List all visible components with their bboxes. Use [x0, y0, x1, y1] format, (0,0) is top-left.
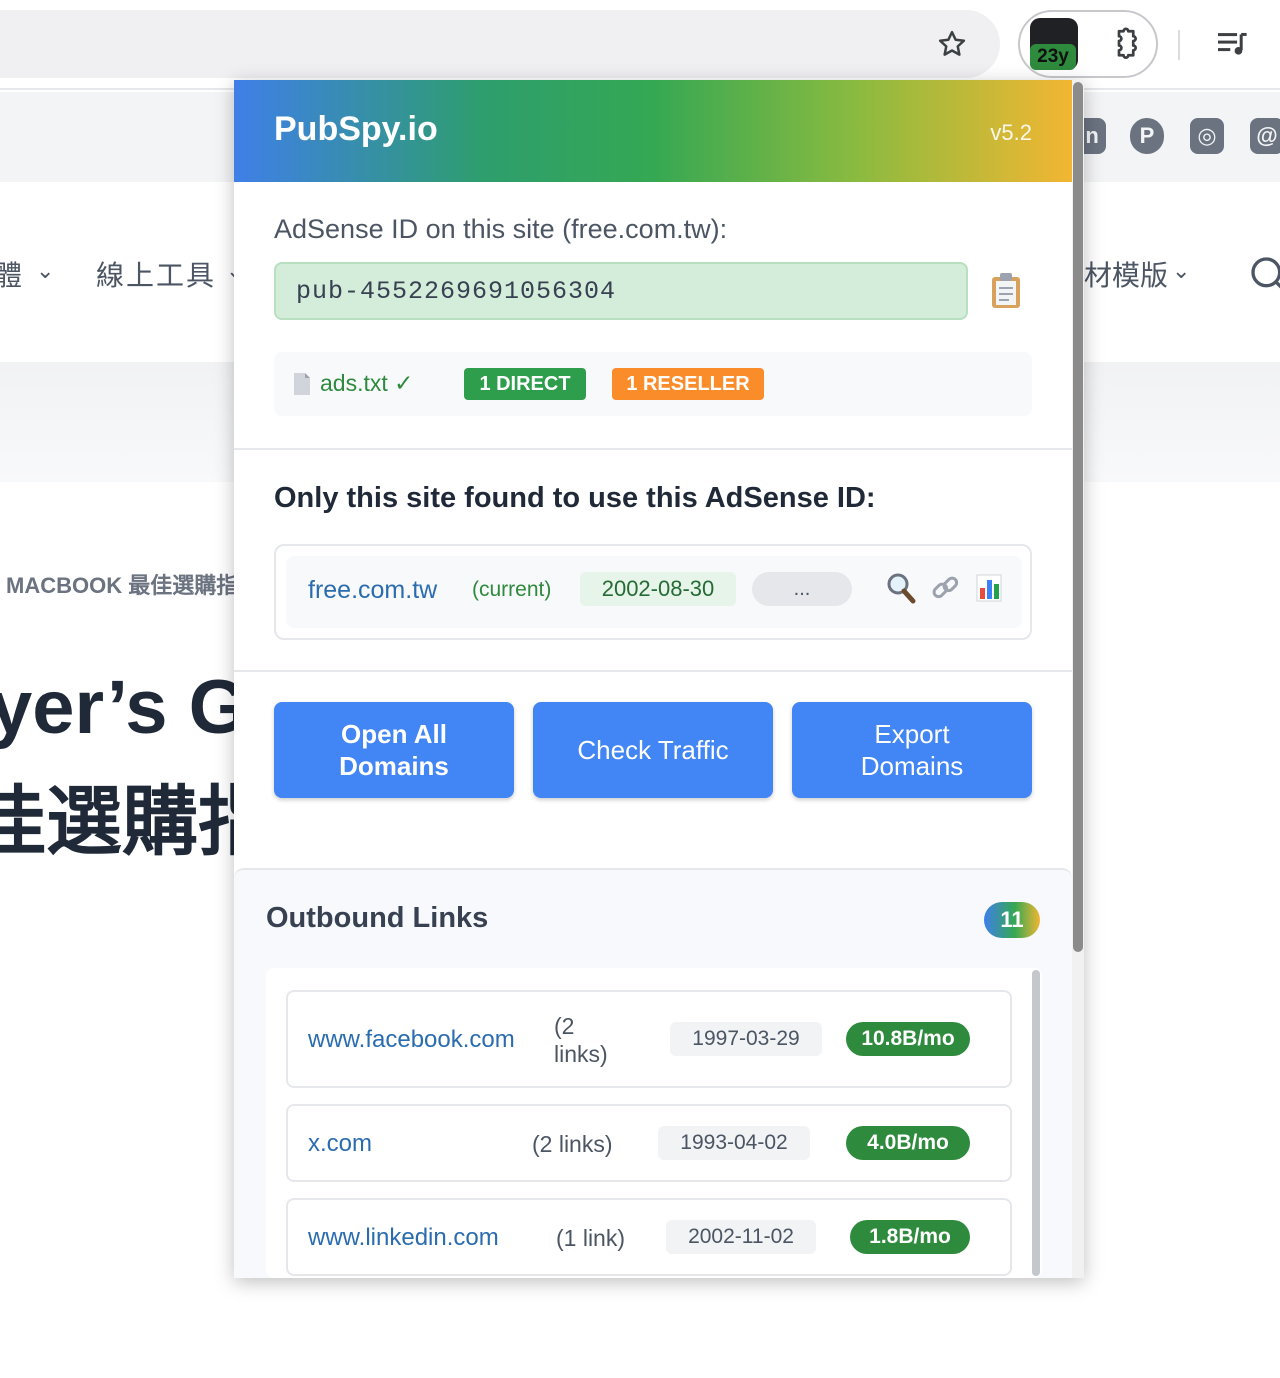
outbound-link-count: (2 links): [554, 1013, 608, 1067]
reseller-badge: 1 RESELLER: [612, 368, 764, 400]
pinterest-icon[interactable]: P: [1130, 118, 1164, 154]
chevron-down-icon: ⌄: [36, 258, 55, 283]
browser-toolbar: 23y: [0, 0, 1280, 90]
export-domains-button[interactable]: Export Domains: [792, 702, 1032, 798]
list-scroll-thumb[interactable]: [1032, 970, 1040, 1276]
article-title-line-1: yer’s G: [0, 665, 248, 750]
site-date-badge: 2002-08-30: [580, 572, 736, 606]
pubspy-popup: PubSpy.io v5.2 AdSense ID on this site (…: [234, 80, 1084, 1278]
media-controls-icon[interactable]: [1210, 24, 1256, 64]
extensions-puzzle-icon[interactable]: [1102, 22, 1148, 66]
address-bar[interactable]: [0, 10, 1000, 78]
outbound-domain-link[interactable]: www.linkedin.com: [308, 1224, 499, 1252]
bookmark-star-icon[interactable]: [930, 24, 974, 64]
nav-item-tools[interactable]: 線上工具: [96, 254, 216, 294]
link-icon[interactable]: [930, 572, 960, 604]
article-title-line-2: 佳選購指: [0, 780, 274, 865]
outbound-link-count: (1 link): [556, 1225, 626, 1251]
nav-item-templates[interactable]: 材模版: [1084, 254, 1168, 294]
chevron-down-icon: ⌄: [1172, 258, 1191, 283]
extension-badge: 23y: [1030, 44, 1076, 70]
file-icon: [292, 372, 312, 396]
popup-scroll-thumb[interactable]: [1073, 82, 1083, 952]
threads-icon[interactable]: @: [1250, 118, 1280, 154]
popup-header: PubSpy.io v5.2: [234, 80, 1072, 182]
site-more-button[interactable]: ...: [752, 572, 852, 606]
outbound-domain-link[interactable]: www.facebook.com: [308, 1026, 515, 1054]
outbound-date-badge: 1993-04-02: [658, 1126, 810, 1160]
outbound-date-badge: 1997-03-29: [670, 1022, 822, 1056]
outbound-traffic-badge: 1.8B/mo: [850, 1220, 970, 1254]
outbound-date-badge: 2002-11-02: [666, 1220, 816, 1254]
outbound-domain-link[interactable]: x.com: [308, 1130, 372, 1158]
version-label: v5.2: [990, 120, 1032, 145]
direct-badge: 1 DIRECT: [464, 368, 586, 400]
outbound-links-title: Outbound Links: [266, 902, 489, 934]
adsense-label: AdSense ID on this site (free.com.tw):: [274, 214, 728, 244]
outbound-link-count: (2 links): [532, 1131, 613, 1157]
section-divider: [234, 448, 1072, 450]
toolbar-separator: [1178, 30, 1180, 60]
brand-title: PubSpy.io: [274, 110, 438, 148]
outbound-traffic-badge: 4.0B/mo: [846, 1126, 970, 1160]
outbound-count-badge: 11: [984, 902, 1040, 938]
nav-item-label[interactable]: 體: [0, 254, 22, 294]
clipboard-icon[interactable]: [990, 272, 1022, 310]
adsense-id-field[interactable]: pub-4552269691056304: [274, 262, 968, 320]
section-divider: [234, 670, 1072, 672]
open-all-domains-button[interactable]: Open All Domains: [274, 702, 514, 798]
search-icon[interactable]: [1248, 254, 1280, 294]
check-traffic-button[interactable]: Check Traffic: [533, 702, 773, 798]
outbound-traffic-badge: 10.8B/mo: [846, 1022, 970, 1056]
magnifier-icon[interactable]: [886, 572, 916, 604]
ads-txt-status[interactable]: ads.txt ✓: [320, 370, 413, 397]
site-domain-link[interactable]: free.com.tw: [308, 576, 437, 605]
instagram-icon[interactable]: ◎: [1190, 118, 1224, 154]
current-tag: (current): [472, 578, 552, 601]
sites-heading: Only this site found to use this AdSense…: [274, 482, 876, 514]
bar-chart-icon[interactable]: [976, 574, 1002, 602]
breadcrumb[interactable]: MACBOOK 最佳選購指: [6, 568, 238, 600]
